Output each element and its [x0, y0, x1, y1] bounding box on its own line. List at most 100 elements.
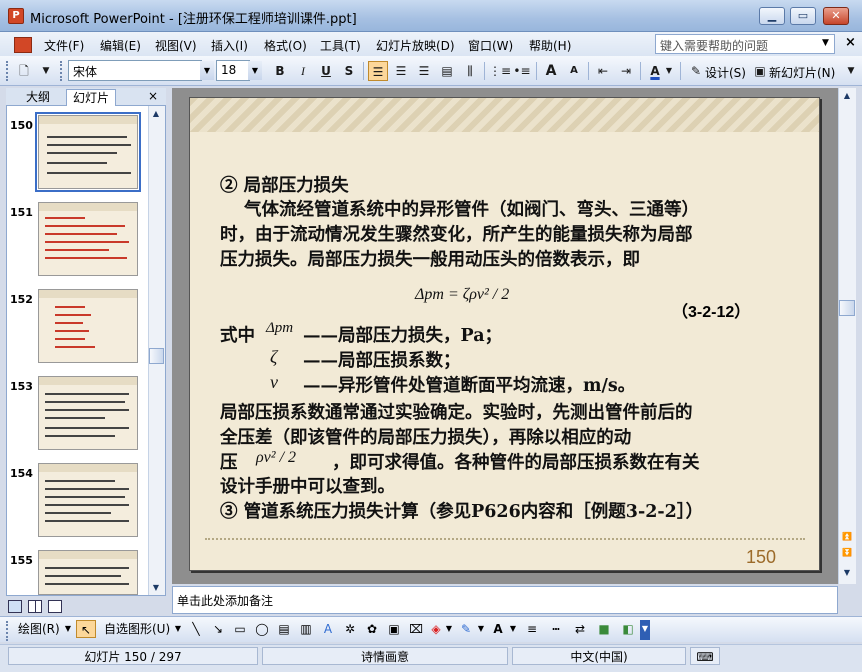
slide-thumbnail-151[interactable]: [38, 202, 138, 276]
bold-button[interactable]: B: [270, 61, 290, 81]
chevron-down-icon[interactable]: ▼: [62, 620, 74, 638]
slide-item-3[interactable]: ③ 管道系统压力损失计算（参见P626内容和［例题3-2-2］）: [220, 498, 703, 523]
chevron-down-icon[interactable]: ▼: [200, 61, 214, 80]
line-tool-icon[interactable]: ╲: [186, 620, 206, 638]
design-icon[interactable]: ✎: [686, 61, 706, 81]
font-size-combo[interactable]: 18: [216, 60, 250, 81]
variable-desc[interactable]: ——局部压力损失，Pa；: [303, 322, 502, 347]
slide-text-line[interactable]: 气体流经管道系统中的异形管件（如阀门、弯头、三通等）: [244, 196, 699, 221]
formula-local-pressure-loss[interactable]: Δpm = ζρv² / 2: [415, 286, 509, 304]
fill-color-icon[interactable]: ◈: [426, 620, 446, 638]
document-icon[interactable]: [14, 37, 32, 53]
slide-vertical-scrollbar[interactable]: [838, 88, 856, 584]
picture-icon[interactable]: ▣: [384, 620, 404, 638]
design-button[interactable]: 设计(S): [705, 64, 746, 81]
numbering-icon[interactable]: ⋮≡: [489, 61, 511, 81]
where-prefix[interactable]: 式中: [220, 322, 255, 347]
slide-text-line[interactable]: 设计手册中可以查到。: [220, 473, 395, 498]
variable-symbol-v[interactable]: v: [270, 372, 278, 393]
menu-slideshow[interactable]: 幻灯片放映(D): [374, 37, 457, 54]
tab-slides[interactable]: 幻灯片: [66, 89, 117, 106]
document-close-button[interactable]: ×: [845, 35, 856, 50]
menu-file[interactable]: 文件(F): [42, 37, 86, 54]
3d-style-icon[interactable]: ◧: [618, 620, 638, 638]
toolbar-options-icon[interactable]: ▼: [841, 61, 861, 81]
toolbar-grip[interactable]: [60, 61, 63, 81]
slide-text-line[interactable]: 局部压损系数通常通过实验确定。实验时，先测出管件前后的: [220, 399, 693, 424]
underline-button[interactable]: U: [316, 61, 336, 81]
arrow-tool-icon[interactable]: ↘: [208, 620, 228, 638]
close-window-button[interactable]: ✕: [823, 7, 849, 25]
scroll-down-arrow-icon[interactable]: ▼: [149, 581, 163, 595]
variable-symbol-zeta[interactable]: ζ: [270, 347, 277, 368]
chevron-down-icon[interactable]: ▼: [664, 61, 674, 81]
notes-pane[interactable]: 单击此处添加备注: [172, 586, 838, 614]
toolbar-grip[interactable]: [6, 621, 9, 641]
new-slide-button[interactable]: 新幻灯片(N): [769, 64, 835, 81]
toolbar-options-icon[interactable]: ▼: [640, 620, 650, 640]
slide-text-line[interactable]: 时，由于流动情况发生骤然变化，所产生的能量损失称为局部: [220, 221, 693, 246]
decrease-indent-icon[interactable]: ⇤: [593, 61, 613, 81]
tab-outline[interactable]: 大纲: [20, 89, 56, 106]
new-slide-icon[interactable]: ▣: [750, 61, 770, 81]
diagram-icon[interactable]: ✲: [340, 620, 360, 638]
slideshow-view-icon[interactable]: [47, 600, 62, 613]
slide-heading-local-loss[interactable]: ② 局部压力损失: [220, 172, 349, 197]
slide-text-line[interactable]: 压力损失。局部压力损失一般用动压头的倍数表示，即: [220, 246, 640, 271]
increase-indent-icon[interactable]: ⇥: [616, 61, 636, 81]
menu-view[interactable]: 视图(V): [153, 37, 199, 54]
italic-button[interactable]: I: [293, 61, 313, 81]
slide-thumbnail-152[interactable]: [38, 289, 138, 363]
scrollbar-thumb[interactable]: [149, 348, 164, 364]
previous-slide-icon[interactable]: ⏫: [840, 530, 854, 544]
next-slide-icon[interactable]: ⏬: [840, 546, 854, 560]
chevron-down-icon[interactable]: ▼: [36, 61, 56, 81]
shadow-style-icon[interactable]: ■: [594, 620, 614, 638]
dash-style-icon[interactable]: ┅: [546, 620, 566, 638]
spelling-check-icon[interactable]: ⌨: [690, 647, 720, 665]
shadow-button[interactable]: S: [339, 61, 359, 81]
slide-thumbnail-153[interactable]: [38, 376, 138, 450]
chevron-down-icon[interactable]: ▼: [248, 61, 262, 80]
normal-view-icon[interactable]: [8, 600, 22, 613]
menu-format[interactable]: 格式(O): [262, 37, 309, 54]
menu-help[interactable]: 帮助(H): [527, 37, 573, 54]
select-pointer-icon[interactable]: ↖: [76, 620, 96, 638]
help-search-input[interactable]: 键入需要帮助的问题: [655, 34, 835, 54]
slide-text-line[interactable]: 全压差（即该管件的局部压力损失），再除以相应的动: [220, 424, 631, 449]
variable-desc[interactable]: ——异形管件处管道断面平均流速，m/s。: [303, 372, 635, 397]
chevron-down-icon[interactable]: ▼: [822, 38, 829, 48]
slide-text-line[interactable]: ，即可求得值。各种管件的局部压损系数在有关: [332, 449, 700, 474]
arrow-style-icon[interactable]: ⇄: [570, 620, 590, 638]
status-language[interactable]: 中文(中国): [512, 647, 686, 665]
draw-menu-button[interactable]: 绘图(R): [18, 620, 60, 638]
distributed-align-icon[interactable]: ▤: [437, 61, 457, 81]
variable-desc[interactable]: ——局部压损系数；: [303, 347, 461, 372]
insert-image-icon[interactable]: ⌧: [406, 620, 426, 638]
align-left-button[interactable]: ☰: [368, 61, 388, 81]
shrink-font-button[interactable]: A: [564, 61, 584, 81]
font-color-button[interactable]: A: [645, 61, 665, 81]
line-style-icon[interactable]: ≡: [522, 620, 542, 638]
line-color-icon[interactable]: ✎: [456, 620, 476, 638]
oval-tool-icon[interactable]: ◯: [252, 620, 272, 638]
menu-window[interactable]: 窗口(W): [466, 37, 515, 54]
font-name-combo[interactable]: 宋体: [68, 60, 202, 81]
autoshapes-menu-button[interactable]: 自选图形(U): [104, 620, 170, 638]
maximize-button[interactable]: ▭: [790, 7, 816, 25]
pane-close-button[interactable]: ×: [148, 89, 158, 103]
column-text-icon[interactable]: ⫼: [460, 61, 480, 81]
formula-number[interactable]: （3-2-12）: [672, 298, 750, 322]
align-center-button[interactable]: ☰: [391, 61, 411, 81]
chevron-down-icon[interactable]: ▼: [476, 620, 486, 638]
menu-tools[interactable]: 工具(T): [318, 37, 363, 54]
new-document-icon[interactable]: 🗋: [14, 61, 34, 81]
status-design-name[interactable]: 诗情画意: [262, 647, 508, 665]
scroll-up-arrow-icon[interactable]: ▲: [149, 107, 163, 121]
wordart-icon[interactable]: A: [318, 620, 338, 638]
vertical-textbox-icon[interactable]: ▥: [296, 620, 316, 638]
minimize-button[interactable]: ▁: [759, 7, 785, 25]
chevron-down-icon[interactable]: ▼: [508, 620, 518, 638]
align-right-button[interactable]: ☰: [414, 61, 434, 81]
slide-sorter-view-icon[interactable]: [27, 600, 42, 613]
